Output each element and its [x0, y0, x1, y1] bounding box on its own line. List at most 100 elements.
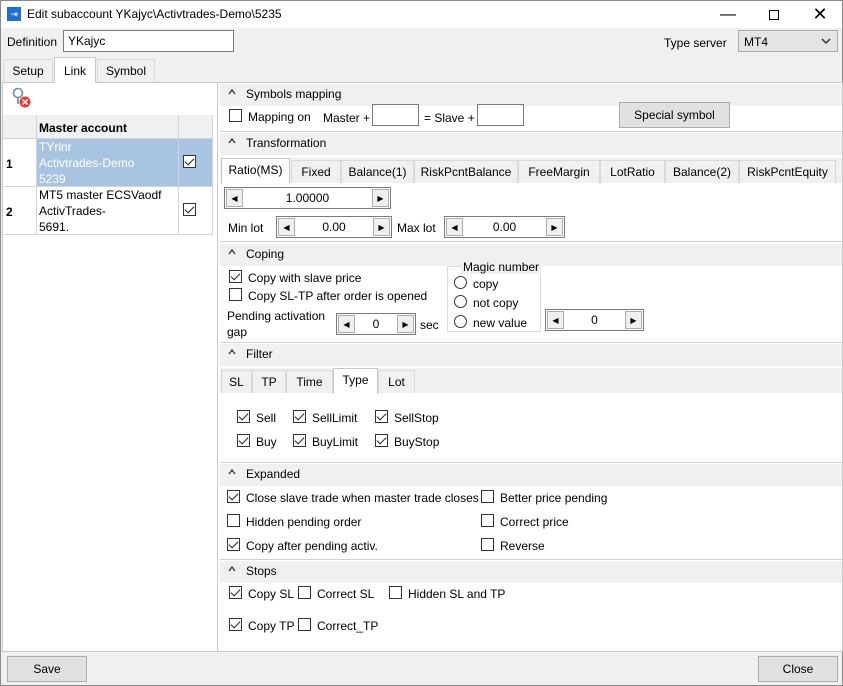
increment-button[interactable]: ▶ — [625, 311, 642, 329]
min-lot-label: Min lot — [228, 221, 264, 235]
special-symbol-button[interactable]: Special symbol — [619, 102, 730, 128]
pending-gap-stepper[interactable]: ◀ 0 ▶ — [336, 313, 416, 335]
stops-header[interactable]: Stops — [220, 561, 842, 583]
copy-sltp-label: Copy SL-TP after order is opened — [248, 289, 428, 303]
table-row[interactable]: TYrlnr Activtrades-Demo 5239 — [37, 139, 179, 187]
filter-sell-checkbox[interactable] — [237, 410, 250, 423]
magic-value-stepper[interactable]: ◀ 0 ▶ — [545, 309, 644, 331]
copy-after-pending-checkbox[interactable] — [227, 538, 240, 551]
slave-suffix-input[interactable] — [477, 104, 524, 126]
decrement-button[interactable]: ◀ — [446, 218, 463, 236]
magic-copy-radio[interactable] — [454, 276, 467, 289]
increment-button[interactable]: ▶ — [397, 315, 414, 333]
chevron-up-icon — [228, 565, 236, 572]
copy-tp-checkbox[interactable] — [229, 618, 242, 631]
transformation-header[interactable]: Transformation — [220, 133, 842, 155]
row-checkbox-cell — [179, 187, 213, 235]
copy-slave-price-label: Copy with slave price — [248, 271, 362, 285]
definition-input[interactable] — [63, 30, 234, 52]
save-button[interactable]: Save — [7, 656, 87, 682]
filter-buy-limit-checkbox[interactable] — [293, 434, 306, 447]
tab-ratio-ms[interactable]: Ratio(MS) — [221, 158, 290, 184]
tab-time[interactable]: Time — [286, 370, 333, 393]
tab-balance-1[interactable]: Balance(1) — [341, 160, 414, 183]
pending-activation-label: Pending activation — [227, 309, 326, 323]
symbols-mapping-header[interactable]: Symbols mapping — [220, 84, 842, 106]
copy-slave-price-checkbox[interactable] — [229, 270, 242, 283]
definition-label: Definition — [7, 35, 58, 49]
correct-tp-checkbox[interactable] — [298, 618, 311, 631]
correct-price-checkbox[interactable] — [481, 514, 494, 527]
master-suffix-input[interactable] — [372, 104, 419, 126]
hidden-sltp-checkbox[interactable] — [389, 586, 402, 599]
magic-not-copy-radio[interactable] — [454, 295, 467, 308]
table-row[interactable]: MT5 master ECSVaodf ActivTrades- 5691. — [37, 187, 179, 235]
filter-header[interactable]: Filter — [220, 344, 842, 366]
filter-sell-limit-checkbox[interactable] — [293, 410, 306, 423]
reverse-checkbox[interactable] — [481, 538, 494, 551]
tab-lot-ratio[interactable]: LotRatio — [600, 160, 665, 183]
expanded-header[interactable]: Expanded — [220, 464, 842, 486]
copy-sltp-checkbox[interactable] — [229, 288, 242, 301]
copy-sl-label: Copy SL — [248, 587, 295, 601]
close-slave-checkbox[interactable] — [227, 490, 240, 503]
magic-new-value-radio[interactable] — [454, 315, 467, 328]
type-server-select[interactable]: MT4 — [738, 30, 838, 52]
decrement-button[interactable]: ◀ — [226, 189, 243, 207]
master-enabled-checkbox[interactable] — [183, 203, 196, 216]
minimize-button[interactable]: — — [705, 1, 751, 28]
hidden-pending-checkbox[interactable] — [227, 514, 240, 527]
increment-button[interactable]: ▶ — [373, 218, 390, 236]
better-price-checkbox[interactable] — [481, 490, 494, 503]
increment-button[interactable]: ▶ — [546, 218, 563, 236]
filter-buy-stop-label: BuyStop — [394, 435, 440, 449]
correct-tp-label: Correct_TP — [317, 619, 379, 633]
magic-not-copy-label: not copy — [473, 296, 519, 310]
tab-riskpcnt-balance[interactable]: RiskPcntBalance — [414, 160, 518, 183]
filter-sell-stop-label: SellStop — [394, 411, 439, 425]
increment-button[interactable]: ▶ — [372, 189, 389, 207]
type-server-value: MT4 — [744, 35, 768, 49]
maximize-button[interactable] — [751, 1, 797, 28]
divider — [220, 131, 842, 132]
decrement-button[interactable]: ◀ — [547, 311, 564, 329]
copy-tp-label: Copy TP — [248, 619, 295, 633]
min-lot-stepper[interactable]: ◀ 0.00 ▶ — [276, 216, 392, 238]
ratio-stepper[interactable]: ◀ 1.00000 ▶ — [224, 187, 391, 209]
tab-balance-2[interactable]: Balance(2) — [665, 160, 739, 183]
divider — [220, 241, 842, 242]
filter-tab-body — [220, 393, 842, 461]
correct-price-label: Correct price — [500, 515, 569, 529]
remove-master-icon[interactable] — [10, 87, 32, 109]
tab-free-margin[interactable]: FreeMargin — [518, 160, 600, 183]
magic-copy-label: copy — [473, 277, 499, 291]
decrement-button[interactable]: ◀ — [338, 315, 355, 333]
mapping-on-checkbox[interactable] — [229, 109, 242, 122]
mapping-on-label: Mapping on — [248, 110, 311, 124]
tab-type[interactable]: Type — [333, 368, 378, 394]
tab-fixed[interactable]: Fixed — [291, 160, 341, 183]
filter-sell-stop-checkbox[interactable] — [375, 410, 388, 423]
seconds-label: sec — [420, 318, 439, 332]
tab-riskpcnt-equity[interactable]: RiskPcntEquity — [739, 160, 836, 183]
tab-sl[interactable]: SL — [221, 370, 252, 393]
decrement-button[interactable]: ◀ — [278, 218, 295, 236]
better-price-label: Better price pending — [500, 491, 608, 505]
tab-tp[interactable]: TP — [252, 370, 286, 393]
row-number: 2 — [3, 187, 37, 235]
copy-sl-checkbox[interactable] — [229, 586, 242, 599]
filter-buy-stop-checkbox[interactable] — [375, 434, 388, 447]
master-enabled-checkbox[interactable] — [183, 155, 196, 168]
chevron-up-icon — [228, 88, 236, 95]
column-header[interactable]: Master account — [37, 115, 179, 139]
copy-after-pending-label: Copy after pending activ. — [246, 539, 378, 553]
filter-buy-checkbox[interactable] — [237, 434, 250, 447]
tab-setup[interactable]: Setup — [3, 59, 53, 82]
close-button[interactable]: Close — [758, 656, 838, 682]
max-lot-stepper[interactable]: ◀ 0.00 ▶ — [444, 216, 565, 238]
correct-sl-checkbox[interactable] — [298, 586, 311, 599]
tab-link[interactable]: Link — [54, 57, 96, 83]
tab-lot[interactable]: Lot — [378, 370, 415, 393]
close-window-button[interactable]: ✕ — [797, 1, 843, 28]
tab-symbol[interactable]: Symbol — [97, 59, 155, 82]
